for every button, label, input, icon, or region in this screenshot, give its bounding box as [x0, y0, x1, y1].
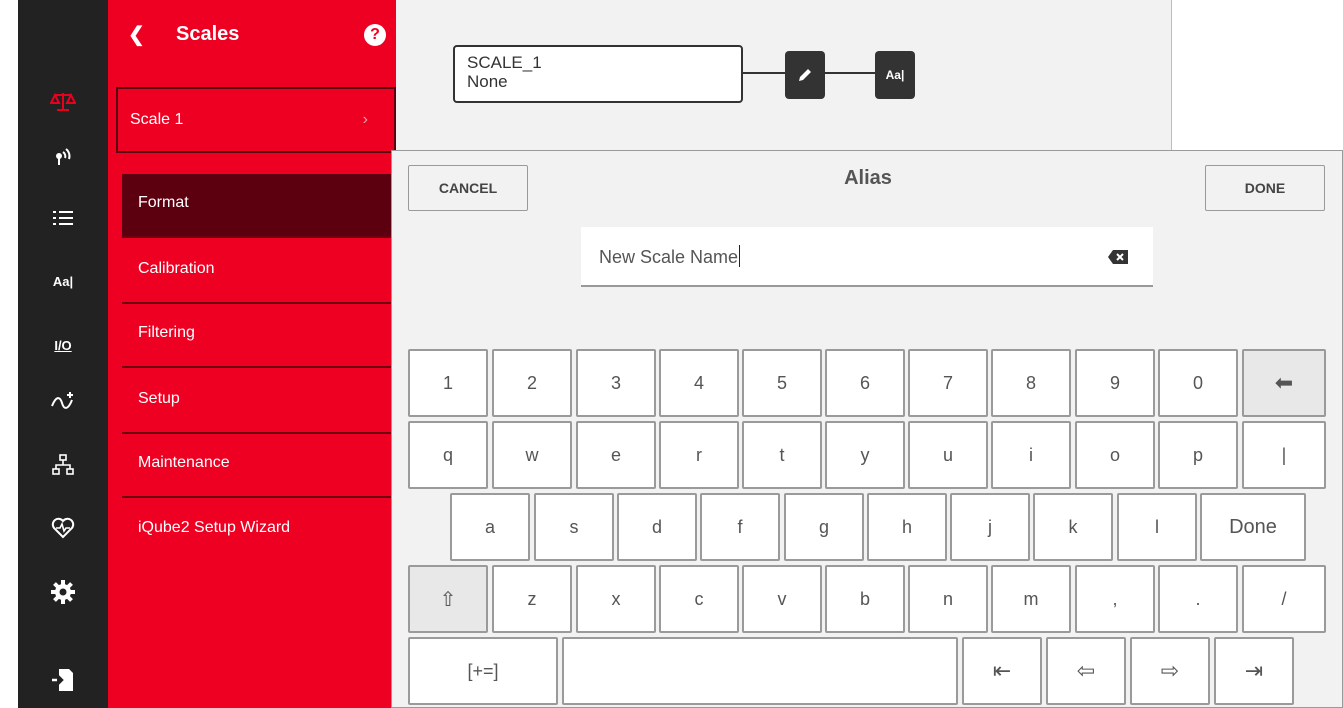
- key-k[interactable]: k: [1033, 493, 1113, 561]
- key-1[interactable]: 1: [408, 349, 488, 417]
- signal-icon[interactable]: [18, 381, 108, 421]
- menu-item-calibration[interactable]: Calibration: [122, 240, 396, 304]
- connector-line: [743, 72, 785, 74]
- scale-node[interactable]: SCALE_1 None: [453, 45, 743, 103]
- key-u[interactable]: u: [908, 421, 988, 489]
- key-y[interactable]: y: [825, 421, 905, 489]
- alias-input-value: New Scale Name: [599, 245, 741, 268]
- backspace-arrow-icon: ⬅: [1274, 370, 1294, 395]
- menu-item-maintenance[interactable]: Maintenance: [122, 434, 396, 498]
- done-button[interactable]: DONE: [1205, 165, 1325, 211]
- key-comma[interactable]: ,: [1075, 565, 1155, 633]
- scale-selector[interactable]: Scale 1 ›: [116, 87, 396, 153]
- menu-item-format[interactable]: Format: [122, 174, 396, 238]
- key-2[interactable]: 2: [492, 349, 572, 417]
- cursor-right-key[interactable]: ⇨: [1130, 637, 1210, 705]
- cursor-home-key[interactable]: ⇤: [962, 637, 1042, 705]
- key-d[interactable]: d: [617, 493, 697, 561]
- key-s[interactable]: s: [534, 493, 614, 561]
- key-pipe[interactable]: |: [1242, 421, 1326, 489]
- chevron-right-icon: ›: [362, 111, 368, 128]
- key-r[interactable]: r: [659, 421, 739, 489]
- export-icon[interactable]: [18, 660, 108, 700]
- key-9[interactable]: 9: [1075, 349, 1155, 417]
- key-8[interactable]: 8: [991, 349, 1071, 417]
- key-h[interactable]: h: [867, 493, 947, 561]
- key-x[interactable]: x: [576, 565, 656, 633]
- antenna-icon[interactable]: [18, 135, 108, 175]
- cursor-home-icon: ⇤: [992, 658, 1012, 683]
- key-period[interactable]: .: [1158, 565, 1238, 633]
- clear-input-icon[interactable]: [1107, 249, 1129, 265]
- backspace-key[interactable]: ⬅: [1242, 349, 1326, 417]
- alias-dialog: CANCEL Alias DONE New Scale Name 1 2 3 4…: [391, 150, 1343, 708]
- space-key[interactable]: [562, 637, 958, 705]
- key-7[interactable]: 7: [908, 349, 988, 417]
- key-3[interactable]: 3: [576, 349, 656, 417]
- network-icon[interactable]: [18, 445, 108, 485]
- back-chevron-icon[interactable]: ❮: [128, 22, 145, 47]
- scale-node-name: SCALE_1: [467, 53, 542, 72]
- alias-button[interactable]: Aa|: [875, 51, 915, 99]
- key-slash[interactable]: /: [1242, 565, 1326, 633]
- key-m[interactable]: m: [991, 565, 1071, 633]
- key-z[interactable]: z: [492, 565, 572, 633]
- key-t[interactable]: t: [742, 421, 822, 489]
- list-icon[interactable]: [18, 198, 108, 238]
- cursor-right-icon: ⇨: [1160, 658, 1180, 683]
- help-icon[interactable]: ?: [364, 24, 386, 46]
- key-i[interactable]: i: [991, 421, 1071, 489]
- key-o[interactable]: o: [1075, 421, 1155, 489]
- key-4[interactable]: 4: [659, 349, 739, 417]
- key-f[interactable]: f: [700, 493, 780, 561]
- alias-input[interactable]: New Scale Name: [581, 227, 1153, 287]
- key-e[interactable]: e: [576, 421, 656, 489]
- key-g[interactable]: g: [784, 493, 864, 561]
- scale-node-value: None: [467, 72, 508, 91]
- io-icon[interactable]: I/O: [18, 325, 108, 365]
- key-5[interactable]: 5: [742, 349, 822, 417]
- menu-item-filtering[interactable]: Filtering: [122, 304, 396, 368]
- icon-rail: Aa| I/O: [18, 0, 108, 708]
- key-c[interactable]: c: [659, 565, 739, 633]
- key-w[interactable]: w: [492, 421, 572, 489]
- edit-button[interactable]: [785, 51, 825, 99]
- alias-icon[interactable]: Aa|: [18, 261, 108, 301]
- dialog-title: Alias: [844, 167, 892, 189]
- key-l[interactable]: l: [1117, 493, 1197, 561]
- menu-title: Scales: [176, 23, 240, 45]
- scale-icon[interactable]: [18, 82, 108, 122]
- key-q[interactable]: q: [408, 421, 488, 489]
- key-p[interactable]: p: [1158, 421, 1238, 489]
- shift-arrow-icon: ⇧: [439, 588, 457, 611]
- symbols-key[interactable]: [+=]: [408, 637, 558, 705]
- cursor-left-icon: ⇦: [1076, 658, 1096, 683]
- key-v[interactable]: v: [742, 565, 822, 633]
- key-0[interactable]: 0: [1158, 349, 1238, 417]
- gear-icon[interactable]: [18, 572, 108, 612]
- key-a[interactable]: a: [450, 493, 530, 561]
- menu-item-setup-wizard[interactable]: iQube2 Setup Wizard: [122, 498, 396, 562]
- pencil-icon: [799, 69, 811, 81]
- health-icon[interactable]: [18, 508, 108, 548]
- scale-selector-label: Scale 1: [130, 111, 184, 128]
- cursor-end-key[interactable]: ⇥: [1214, 637, 1294, 705]
- text-caret: [739, 245, 741, 267]
- key-n[interactable]: n: [908, 565, 988, 633]
- scales-menu: ❮ Scales ? Scale 1 › Format Calibration …: [108, 0, 396, 708]
- format-diagram: SCALE_1 None Aa|: [396, 0, 1172, 150]
- menu-item-setup[interactable]: Setup: [122, 370, 396, 434]
- alias-input-text: New Scale Name: [599, 247, 739, 267]
- alias-button-label: Aa|: [885, 68, 905, 82]
- key-b[interactable]: b: [825, 565, 905, 633]
- keyboard-done-key[interactable]: Done: [1200, 493, 1306, 561]
- cursor-left-key[interactable]: ⇦: [1046, 637, 1126, 705]
- shift-key[interactable]: ⇧: [408, 565, 488, 633]
- connector-line: [825, 72, 875, 74]
- key-6[interactable]: 6: [825, 349, 905, 417]
- menu-header: ❮ Scales ?: [108, 0, 396, 76]
- app-root: Aa| I/O ❮ Scales ? Scale 1 › Format Cali…: [0, 0, 1343, 708]
- cursor-end-icon: ⇥: [1244, 658, 1264, 683]
- key-j[interactable]: j: [950, 493, 1030, 561]
